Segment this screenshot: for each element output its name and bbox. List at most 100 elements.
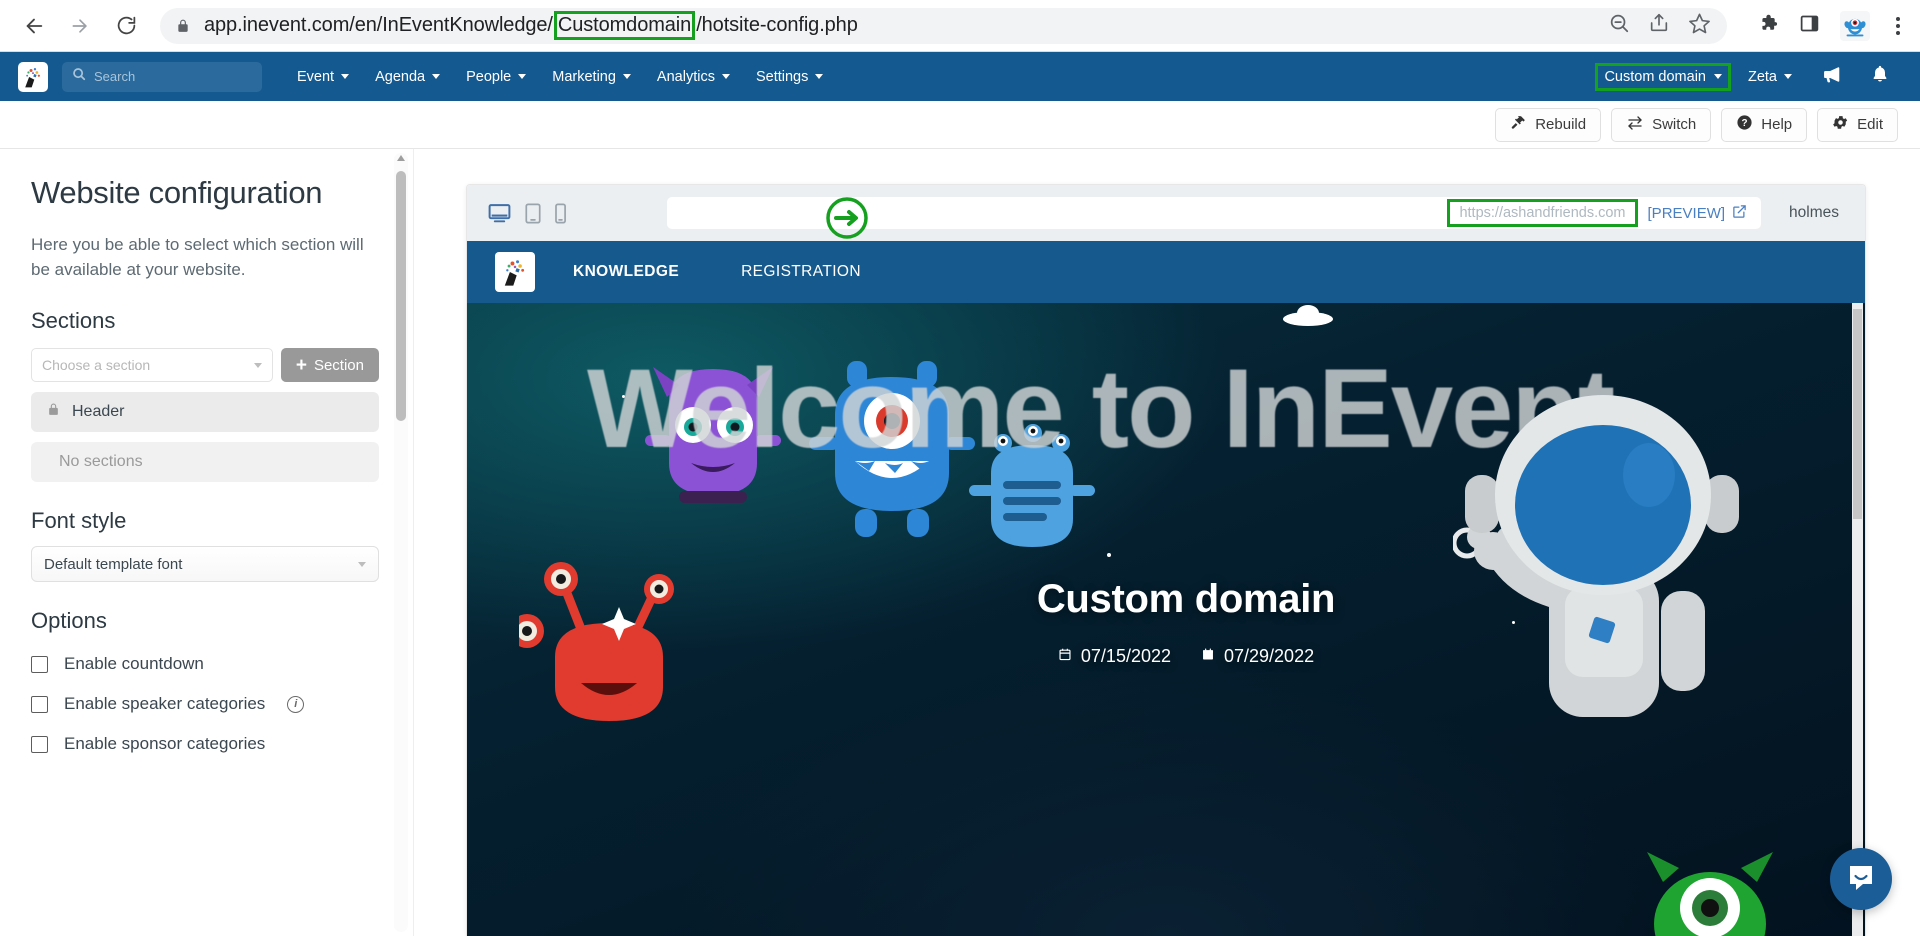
- lock-icon: [47, 402, 60, 422]
- site-scrollbar-thumb[interactable]: [1853, 309, 1862, 519]
- preview-domain-value[interactable]: https://ashandfriends.com: [1447, 199, 1638, 227]
- rebuild-button[interactable]: Rebuild: [1495, 107, 1602, 142]
- page-body: Website configuration Here you be able t…: [0, 149, 1920, 936]
- hero-content: Custom domain 07/15/2022 07/29/2022: [467, 576, 1865, 666]
- back-arrow-icon: [23, 15, 45, 37]
- notifications-button[interactable]: [1858, 58, 1902, 95]
- add-section-button[interactable]: + Section: [280, 348, 379, 383]
- knowledge-logo-icon[interactable]: [495, 252, 535, 292]
- page-toolbar: Rebuild Switch ? Help Edit: [0, 101, 1920, 149]
- option-enable-sponsor-categories[interactable]: Enable sponsor categories: [31, 734, 379, 754]
- site-preview-scrollbar[interactable]: [1852, 303, 1863, 936]
- main-menu: Event Agenda People Marketing Analytics …: [284, 63, 836, 91]
- url-prefix: app.inevent.com/en/InEventKnowledge/: [204, 14, 553, 36]
- reload-button[interactable]: [106, 6, 146, 46]
- checkbox-enable-sponsor-categories[interactable]: [31, 735, 48, 753]
- nav-item-people[interactable]: People: [453, 63, 539, 91]
- profile-avatar-icon[interactable]: [1840, 10, 1870, 41]
- nav-label: Settings: [755, 68, 809, 85]
- zoom-out-icon[interactable]: [1608, 12, 1630, 39]
- nav-item-event[interactable]: Event: [284, 63, 362, 91]
- intercom-chat-button[interactable]: [1830, 848, 1892, 910]
- share-icon[interactable]: [1648, 12, 1670, 39]
- nav-item-analytics[interactable]: Analytics: [644, 63, 743, 91]
- green-arrow-annotation: [825, 196, 869, 240]
- switch-label: Switch: [1652, 116, 1697, 133]
- switch-button[interactable]: Switch: [1611, 107, 1712, 142]
- search-input[interactable]: Search: [62, 61, 262, 92]
- desktop-icon[interactable]: [487, 201, 512, 226]
- account-label: Zeta: [1747, 68, 1777, 85]
- font-style-select[interactable]: Default template font: [31, 546, 379, 583]
- nav-label: Marketing: [552, 68, 616, 85]
- checkbox-enable-countdown[interactable]: [31, 655, 48, 673]
- external-link-icon: [1732, 204, 1747, 223]
- hero-end-date: 07/29/2022: [1201, 645, 1314, 666]
- chevron-down-icon: [622, 74, 631, 79]
- rebuild-label: Rebuild: [1535, 116, 1587, 133]
- address-bar-url: app.inevent.com/en/InEventKnowledge/Cust…: [204, 11, 858, 40]
- switch-arrows-icon: [1626, 114, 1644, 136]
- address-bar[interactable]: app.inevent.com/en/InEventKnowledge/Cust…: [160, 7, 1727, 44]
- nav-label: Event: [297, 68, 335, 85]
- nav-item-settings[interactable]: Settings: [743, 63, 836, 91]
- browser-nav-buttons: [14, 6, 146, 46]
- nav-label: Analytics: [656, 68, 715, 85]
- section-item-header[interactable]: Header: [31, 392, 379, 433]
- checkbox-enable-speaker-categories[interactable]: [31, 695, 48, 713]
- sidebar-panel: Website configuration Here you be able t…: [0, 149, 414, 936]
- side-panel-icon[interactable]: [1799, 13, 1820, 39]
- site-navigation: KNOWLEDGE REGISTRATION: [467, 241, 1865, 303]
- lock-icon: [176, 18, 190, 34]
- url-highlight-customdomain: Customdomain: [553, 11, 696, 40]
- page-title: Website configuration: [31, 175, 323, 210]
- site-nav-knowledge[interactable]: KNOWLEDGE: [573, 263, 679, 281]
- url-suffix: /hotsite-config.php: [696, 14, 858, 36]
- account-menu-zeta[interactable]: Zeta: [1735, 63, 1805, 91]
- options-heading: Options: [31, 608, 107, 634]
- device-switcher: [487, 201, 567, 226]
- sidebar-scrollbar-thumb[interactable]: [396, 171, 406, 421]
- mobile-icon[interactable]: [554, 202, 567, 225]
- preview-toolbar: https://ashandfriends.com [PREVIEW] holm…: [467, 185, 1865, 241]
- nav-item-agenda[interactable]: Agenda: [362, 63, 453, 91]
- help-button[interactable]: ? Help: [1721, 107, 1808, 142]
- star-icon[interactable]: [1688, 12, 1711, 40]
- info-icon[interactable]: i: [287, 695, 305, 713]
- preview-link[interactable]: [PREVIEW]: [1648, 204, 1748, 223]
- kebab-menu-icon[interactable]: [1890, 13, 1906, 39]
- megaphone-icon: [1821, 64, 1842, 90]
- hero-start-date: 07/15/2022: [1058, 645, 1171, 666]
- help-label: Help: [1761, 116, 1793, 133]
- browser-toolbar: app.inevent.com/en/InEventKnowledge/Cust…: [0, 0, 1920, 52]
- nav-label: People: [466, 68, 512, 85]
- custom-domain-selector[interactable]: Custom domain: [1595, 62, 1731, 91]
- edit-label: Edit: [1857, 116, 1883, 133]
- tablet-icon[interactable]: [524, 202, 542, 225]
- option-label: Enable speaker categories: [64, 694, 266, 714]
- announcements-button[interactable]: [1809, 58, 1854, 96]
- calendar-icon: [1058, 645, 1072, 666]
- edit-button[interactable]: Edit: [1817, 107, 1898, 142]
- back-button[interactable]: [14, 6, 54, 46]
- gear-icon: [1832, 114, 1849, 135]
- puzzle-piece-icon[interactable]: [1757, 12, 1779, 39]
- chevron-down-icon: [721, 74, 730, 79]
- option-enable-countdown[interactable]: Enable countdown: [31, 654, 379, 674]
- inevent-logo-icon[interactable]: [18, 61, 48, 92]
- sidebar-scrollbar[interactable]: [394, 153, 408, 932]
- hero-title: Custom domain: [1036, 576, 1336, 621]
- nav-item-marketing[interactable]: Marketing: [539, 63, 644, 91]
- site-nav-registration[interactable]: REGISTRATION: [741, 263, 861, 281]
- scroll-up-arrow-icon[interactable]: [397, 155, 405, 161]
- chevron-down-icon: [518, 74, 527, 79]
- chevron-down-icon: [253, 362, 262, 368]
- option-label: Enable countdown: [64, 654, 204, 674]
- option-enable-speaker-categories[interactable]: Enable speaker categories i: [31, 694, 379, 714]
- choose-section-select[interactable]: Choose a section: [31, 348, 273, 383]
- chevron-down-icon: [432, 74, 441, 79]
- forward-button[interactable]: [60, 6, 100, 46]
- app-top-navigation: Search Event Agenda People Marketing Ana…: [0, 52, 1920, 101]
- section-item-label: Header: [72, 403, 125, 421]
- custom-domain-label: Custom domain: [1604, 68, 1706, 85]
